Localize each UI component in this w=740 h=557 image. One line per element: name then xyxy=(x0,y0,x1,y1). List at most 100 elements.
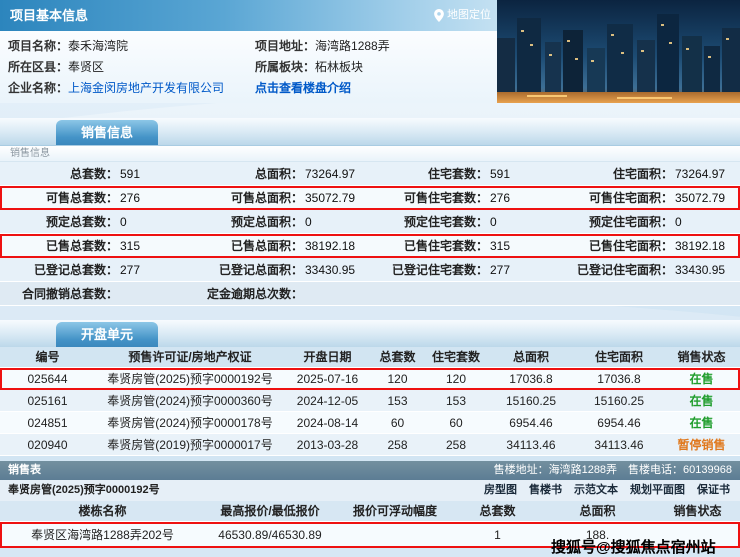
sales-table-title: 销售表 xyxy=(8,461,41,480)
ou-cell-total-units: 60 xyxy=(370,412,425,433)
bt-cell-price: 46530.89/46530.89 xyxy=(205,522,335,548)
si-label: 已登记总套数： xyxy=(0,258,118,281)
ou-status: 在售 xyxy=(663,390,740,411)
si-label xyxy=(555,282,673,305)
ou-cell-id: 025161 xyxy=(0,390,95,411)
si-label: 住宅面积： xyxy=(555,162,673,185)
building-table-header-row: 楼栋名称 最高报价/最低报价 报价可浮动幅度 总套数 总面积 销售状态 xyxy=(0,501,740,522)
field-block: 所属板块：柘林板块 xyxy=(255,58,363,76)
opening-units-table: 编号 预售许可证/房地产权证 开盘日期 总套数 住宅套数 总面积 住宅面积 销售… xyxy=(0,347,740,456)
ou-cell-permit: 奉贤房管(2025)预字0000192号 xyxy=(95,368,285,389)
guarantee-link[interactable]: 保证书 xyxy=(697,480,730,501)
si-value xyxy=(488,282,555,305)
ou-header-cell: 住宅套数 xyxy=(425,347,487,367)
bt-header-cell: 最高报价/最低报价 xyxy=(205,501,335,521)
view-intro-link[interactable]: 点击查看楼盘介绍 xyxy=(255,81,351,95)
sales-info-row: 已登记总套数：277 已登记总面积：33430.95 已登记住宅套数：277 已… xyxy=(0,258,740,282)
ou-cell-res-units: 60 xyxy=(425,412,487,433)
doc-links: 房型图 售楼书 示范文本 规划平面图 保证书 xyxy=(484,480,730,501)
ou-cell-total-units: 153 xyxy=(370,390,425,411)
ou-status: 在售 xyxy=(663,412,740,433)
ou-cell-date: 2013-03-28 xyxy=(285,434,370,455)
ou-header-cell: 总面积 xyxy=(487,347,575,367)
watermark: 搜狐号@搜狐焦点宿州站 xyxy=(551,536,716,557)
si-label: 预定总面积： xyxy=(185,210,303,233)
si-value: 38192.18 xyxy=(303,234,370,257)
opening-unit-row[interactable]: 025644 奉贤房管(2025)预字0000192号 2025-07-16 1… xyxy=(0,368,740,390)
sales-brochure-link[interactable]: 售楼书 xyxy=(529,480,562,501)
ou-cell-res-units: 153 xyxy=(425,390,487,411)
selected-permit-label: 奉贤房管(2025)预字0000192号 xyxy=(8,480,160,501)
si-label: 预定住宅套数： xyxy=(370,210,488,233)
opening-unit-row[interactable]: 025161 奉贤房管(2024)预字0000360号 2024-12-05 1… xyxy=(0,390,740,412)
bt-header-cell: 报价可浮动幅度 xyxy=(335,501,455,521)
si-label: 可售总面积： xyxy=(185,186,303,209)
ou-header-cell: 销售状态 xyxy=(663,347,740,367)
sales-info-table: 总套数：591 总面积：73264.97 住宅套数：591 住宅面积：73264… xyxy=(0,162,740,306)
ou-cell-res-area: 6954.46 xyxy=(575,412,663,433)
sample-contract-link[interactable]: 示范文本 xyxy=(574,480,618,501)
si-value: 591 xyxy=(118,162,185,185)
si-value: 276 xyxy=(488,186,555,209)
si-label: 已售住宅套数： xyxy=(370,234,488,257)
tab-sales-info[interactable]: 销售信息 xyxy=(56,120,158,145)
sales-info-row-available: 可售总套数：276 可售总面积：35072.79 可售住宅套数：276 可售住宅… xyxy=(0,186,740,210)
si-value: 33430.95 xyxy=(303,258,370,281)
ou-cell-total-units: 120 xyxy=(370,368,425,389)
si-value: 0 xyxy=(303,210,370,233)
si-value: 277 xyxy=(118,258,185,281)
bt-cell-units: 1 xyxy=(455,522,540,548)
page: 项目基本信息 地图定位 xyxy=(0,0,740,557)
bt-cell-building-name[interactable]: 奉贤区海湾路1288弄202号 xyxy=(0,522,205,548)
bt-header-cell: 总面积 xyxy=(540,501,655,521)
floorplan-link[interactable]: 房型图 xyxy=(484,480,517,501)
si-label: 已登记住宅套数： xyxy=(370,258,488,281)
district-label: 所在区县： xyxy=(8,60,68,74)
opening-unit-row[interactable]: 020940 奉贤房管(2019)预字0000017号 2013-03-28 2… xyxy=(0,434,740,456)
si-label: 已售总套数： xyxy=(0,234,118,257)
si-label: 总面积： xyxy=(185,162,303,185)
page-title: 项目基本信息 xyxy=(10,0,88,31)
ou-status: 在售 xyxy=(663,368,740,389)
ou-cell-id: 025644 xyxy=(0,368,95,389)
si-label: 预定总套数： xyxy=(0,210,118,233)
bt-header-cell: 总套数 xyxy=(455,501,540,521)
project-photo xyxy=(497,0,740,103)
opening-units-header-row: 编号 预售许可证/房地产权证 开盘日期 总套数 住宅套数 总面积 住宅面积 销售… xyxy=(0,347,740,368)
si-label: 已登记总面积： xyxy=(185,258,303,281)
ou-cell-id: 020940 xyxy=(0,434,95,455)
field-intro: 点击查看楼盘介绍 xyxy=(255,79,351,97)
si-value: 73264.97 xyxy=(673,162,740,185)
district-value: 奉贤区 xyxy=(68,60,104,74)
ou-cell-res-units: 258 xyxy=(425,434,487,455)
si-label: 可售总套数： xyxy=(0,186,118,209)
map-locate-label: 地图定位 xyxy=(447,0,491,31)
tab-opening-units[interactable]: 开盘单元 xyxy=(56,322,158,347)
ou-header-cell: 住宅面积 xyxy=(575,347,663,367)
sales-info-row: 合同撤销总套数： 定金逾期总次数： xyxy=(0,282,740,306)
ou-header-cell: 编号 xyxy=(0,347,95,367)
field-company: 企业名称：上海金闵房地产开发有限公司 xyxy=(8,79,224,97)
company-link[interactable]: 上海金闵房地产开发有限公司 xyxy=(68,81,224,95)
ou-header-cell: 预售许可证/房地产权证 xyxy=(95,347,285,367)
si-label: 已售总面积： xyxy=(185,234,303,257)
site-plan-link[interactable]: 规划平面图 xyxy=(630,480,685,501)
bt-header-cell: 销售状态 xyxy=(655,501,740,521)
company-label: 企业名称： xyxy=(8,81,68,95)
si-value: 276 xyxy=(118,186,185,209)
sales-info-row: 预定总套数：0 预定总面积：0 预定住宅套数：0 预定住宅面积：0 xyxy=(0,210,740,234)
si-value: 38192.18 xyxy=(673,234,740,257)
opening-unit-row[interactable]: 024851 奉贤房管(2024)预字0000178号 2024-08-14 6… xyxy=(0,412,740,434)
map-locate-link[interactable]: 地图定位 xyxy=(434,0,491,31)
ou-cell-permit: 奉贤房管(2024)预字0000178号 xyxy=(95,412,285,433)
ou-cell-total-area: 17036.8 xyxy=(487,368,575,389)
si-label: 住宅套数： xyxy=(370,162,488,185)
ou-cell-total-area: 15160.25 xyxy=(487,390,575,411)
si-value: 277 xyxy=(488,258,555,281)
si-label: 已售住宅面积： xyxy=(555,234,673,257)
ou-cell-total-area: 34113.46 xyxy=(487,434,575,455)
si-value: 0 xyxy=(488,210,555,233)
si-value xyxy=(118,282,185,305)
sales-info-row: 总套数：591 总面积：73264.97 住宅套数：591 住宅面积：73264… xyxy=(0,162,740,186)
ou-cell-total-area: 6954.46 xyxy=(487,412,575,433)
